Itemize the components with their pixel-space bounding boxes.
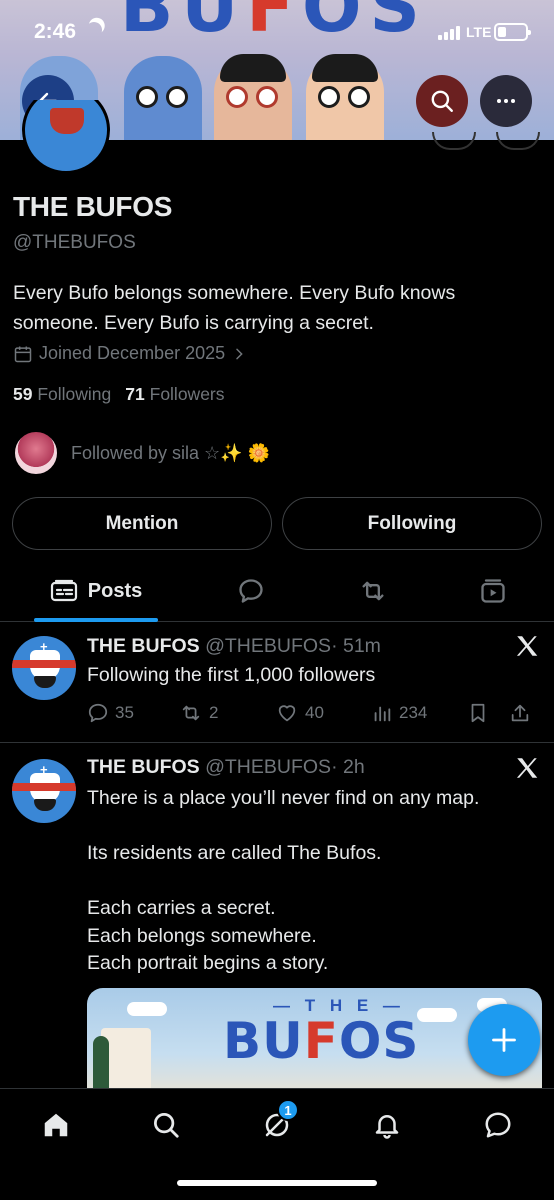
posts-icon — [50, 579, 77, 602]
repost-icon — [182, 705, 200, 721]
reply-bubble-icon — [239, 579, 263, 603]
share-icon — [511, 704, 529, 722]
post-author-name[interactable]: THE BUFOS — [87, 635, 200, 657]
profile-name: THE BUFOS — [13, 191, 173, 222]
x-logo-icon[interactable] — [514, 755, 540, 781]
status-bar: 2:46 LTE — [0, 0, 554, 66]
bell-icon — [375, 1115, 399, 1139]
heart-icon — [278, 705, 296, 722]
nav-search[interactable] — [146, 1105, 186, 1145]
search-icon — [431, 90, 453, 112]
profile-tabs: Posts — [0, 560, 554, 622]
like-count: 40 — [305, 703, 324, 722]
views-button[interactable]: 234 — [371, 702, 467, 724]
followed-by[interactable]: Followed by sila ☆✨ 🌼 — [13, 430, 270, 476]
tab-replies[interactable] — [226, 560, 276, 622]
signal-icon — [438, 26, 460, 40]
tab-videos[interactable] — [468, 560, 518, 622]
compose-button[interactable] — [468, 1004, 540, 1076]
following-button[interactable]: Following — [282, 497, 542, 550]
more-button[interactable] — [480, 75, 532, 127]
tab-posts-label: Posts — [87, 579, 143, 602]
following-stat[interactable]: 59 Following — [13, 384, 111, 405]
home-indicator[interactable] — [177, 1180, 377, 1186]
post-avatar[interactable]: + — [12, 759, 76, 823]
search-icon — [154, 1113, 179, 1138]
calendar-icon — [14, 346, 32, 362]
followers-stat[interactable]: 71 Followers — [125, 384, 224, 405]
joined-date[interactable]: Joined December 2025 — [13, 343, 247, 364]
video-icon — [481, 579, 505, 603]
profile-handle: @THEBUFOS — [13, 232, 136, 253]
profile-bio: Every Bufo belongs somewhere. Every Bufo… — [13, 282, 456, 334]
bookmark-button[interactable] — [467, 702, 509, 724]
repost-count: 2 — [209, 703, 219, 722]
repost-button[interactable]: 2 — [179, 702, 275, 724]
focus-moon-icon — [84, 20, 105, 41]
post-author-name[interactable]: THE BUFOS — [87, 756, 200, 778]
banner-figure — [214, 54, 292, 140]
home-icon — [44, 1113, 68, 1137]
post-header: THE BUFOS @THEBUFOS· 51m — [87, 635, 381, 658]
status-time: 2:46 — [34, 20, 77, 43]
reply-button[interactable]: 35 — [87, 702, 179, 724]
reply-count: 35 — [115, 703, 134, 722]
follow-stats: 59 Following 71 Followers — [13, 384, 225, 405]
post-author-handle[interactable]: @THEBUFOS — [205, 635, 331, 657]
banner-figure — [124, 56, 202, 140]
post-actions: 35 2 40 234 — [87, 699, 542, 727]
followed-by-label: Followed by sila ☆✨ 🌼 — [71, 442, 271, 463]
header-button-outline — [432, 132, 476, 150]
more-dots-icon — [497, 99, 515, 103]
post-author-handle[interactable]: @THEBUFOS — [205, 756, 331, 778]
nav-grok[interactable]: 1 — [257, 1099, 299, 1145]
nav-home[interactable] — [36, 1105, 76, 1145]
views-chart-icon — [374, 706, 391, 722]
battery-icon — [494, 23, 531, 41]
like-button[interactable]: 40 — [275, 702, 371, 724]
reply-icon — [88, 703, 108, 723]
joined-label: Joined December 2025 — [39, 343, 226, 363]
header-button-outline — [496, 132, 540, 150]
network-label: LTE — [466, 24, 492, 40]
banner-figure — [306, 54, 384, 140]
post-text: Following the first 1,000 followers — [87, 664, 376, 686]
tab-posts[interactable]: Posts — [34, 560, 158, 622]
repost-icon — [362, 581, 384, 601]
view-count: 234 — [399, 703, 428, 722]
media-title: BUFOS — [223, 1012, 420, 1070]
message-bubble-icon — [485, 1112, 511, 1138]
post-avatar[interactable]: + — [12, 636, 76, 700]
nav-notifications[interactable] — [367, 1105, 407, 1145]
post[interactable]: + THE BUFOS @THEBUFOS· 51m Following the… — [0, 622, 554, 742]
x-logo-icon[interactable] — [514, 633, 540, 659]
search-button[interactable] — [416, 75, 468, 127]
post-header: THE BUFOS @THEBUFOS· 2h — [87, 756, 365, 779]
share-button[interactable] — [509, 702, 531, 724]
mention-button[interactable]: Mention — [12, 497, 272, 550]
follower-avatar — [13, 430, 59, 476]
notification-badge: 1 — [277, 1099, 299, 1121]
post-time: · 51m — [331, 635, 381, 657]
post-time: · 2h — [331, 756, 365, 778]
post-text: There is a place you’ll never find on an… — [87, 787, 480, 974]
nav-messages[interactable] — [478, 1105, 518, 1145]
chevron-right-icon — [236, 348, 243, 359]
bookmark-icon — [471, 703, 485, 723]
tab-reposts[interactable] — [348, 560, 398, 622]
plus-icon — [492, 1028, 516, 1052]
profile-avatar[interactable] — [22, 100, 110, 174]
